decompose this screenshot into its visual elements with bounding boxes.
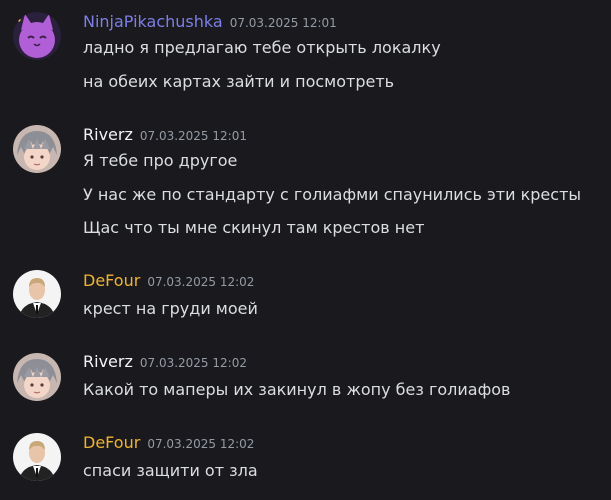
message-text: У нас же по стандарту с голиафми спаунил…	[83, 185, 582, 204]
message-header: Riverz 07.03.2025 12:01	[83, 125, 247, 144]
username[interactable]: DeFour	[83, 433, 140, 452]
username[interactable]: NinjaPikachushka	[83, 12, 223, 31]
person-in-suit-avatar-icon[interactable]	[13, 270, 61, 318]
anime-boy-avatar-icon[interactable]	[13, 353, 61, 401]
message-text: крест на груди моей	[83, 299, 258, 318]
timestamp: 07.03.2025 12:02	[147, 275, 255, 289]
message-text: ладно я предлагаю тебе открыть локалку	[83, 38, 441, 57]
person-in-suit-avatar-icon[interactable]	[13, 433, 61, 481]
timestamp: 07.03.2025 12:02	[147, 437, 255, 451]
message-header: DeFour 07.03.2025 12:02	[83, 271, 254, 290]
message-text: Какой то маперы их закинул в жопу без го…	[83, 380, 511, 399]
timestamp: 07.03.2025 12:01	[229, 16, 337, 30]
timestamp: 07.03.2025 12:02	[139, 356, 247, 370]
anime-boy-avatar-icon[interactable]	[13, 125, 61, 173]
message-header: Riverz 07.03.2025 12:02	[83, 352, 247, 371]
username[interactable]: DeFour	[83, 271, 140, 290]
purple-cat-avatar-icon[interactable]	[13, 12, 61, 60]
username[interactable]: Riverz	[83, 125, 133, 144]
username[interactable]: Riverz	[83, 352, 133, 371]
message-text: Щас что ты мне скинул там крестов нет	[83, 218, 425, 237]
message-text: спаси защити от зла	[83, 461, 258, 480]
message-text: на обеих картах зайти и посмотреть	[83, 72, 395, 91]
timestamp: 07.03.2025 12:01	[139, 129, 247, 143]
message-header: NinjaPikachushka 07.03.2025 12:01	[83, 12, 337, 31]
message-header: DeFour 07.03.2025 12:02	[83, 433, 254, 452]
message-text: Я тебе про другое	[83, 151, 238, 170]
